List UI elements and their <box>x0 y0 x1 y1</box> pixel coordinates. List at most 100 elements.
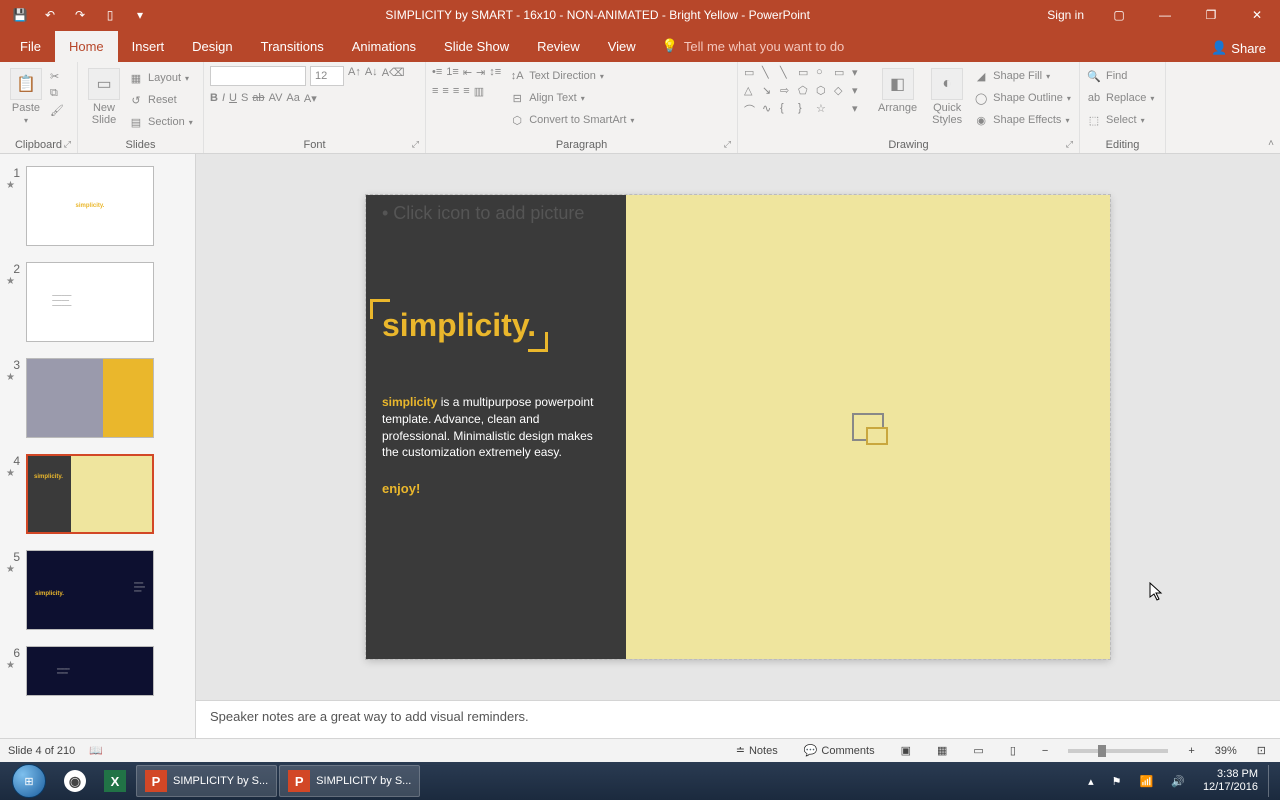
increase-font-icon[interactable]: A↑ <box>348 66 361 86</box>
new-slide-button[interactable]: ▭ New Slide <box>84 66 124 128</box>
numbering-icon[interactable]: 1≡ <box>446 66 459 79</box>
change-case-icon[interactable]: Aa <box>286 92 299 105</box>
find-button[interactable]: 🔍Find <box>1086 66 1127 86</box>
taskbar-powerpoint-1[interactable]: PSIMPLICITY by S... <box>136 765 277 797</box>
taskbar-chrome[interactable]: ◉ <box>56 765 94 797</box>
convert-smartart-button[interactable]: ⬡Convert to SmartArt▾ <box>509 110 634 130</box>
columns-icon[interactable]: ▥ <box>474 85 484 98</box>
arrange-button[interactable]: ◧ Arrange <box>874 66 921 116</box>
close-icon[interactable]: ✕ <box>1234 0 1280 30</box>
tab-transitions[interactable]: Transitions <box>247 31 338 62</box>
bullets-icon[interactable]: •≡ <box>432 66 442 79</box>
font-family-combo[interactable] <box>210 66 306 86</box>
shape-effects-button[interactable]: ◉Shape Effects▾ <box>973 110 1071 130</box>
start-button[interactable]: ⊞ <box>4 765 54 797</box>
font-size-combo[interactable]: 12 <box>310 66 344 86</box>
tab-home[interactable]: Home <box>55 31 118 62</box>
spell-check-icon[interactable]: 📖 <box>89 744 103 757</box>
share-button[interactable]: 👤 Share <box>1197 34 1280 62</box>
strikethrough-icon[interactable]: ab <box>252 92 264 105</box>
replace-button[interactable]: abReplace▾ <box>1086 88 1154 108</box>
zoom-slider[interactable] <box>1068 749 1168 753</box>
qat-more-icon[interactable]: ▾ <box>126 1 154 29</box>
fit-to-window-icon[interactable]: ⊡ <box>1251 742 1272 759</box>
dialog-launcher-icon[interactable]: ⤢ <box>412 139 419 150</box>
tray-network-icon[interactable]: 📶 <box>1132 765 1162 797</box>
quick-styles-button[interactable]: ◐ Quick Styles <box>927 66 967 128</box>
system-clock[interactable]: 3:38 PM 12/17/2016 <box>1195 768 1266 794</box>
save-icon[interactable]: 💾 <box>6 1 34 29</box>
ribbon-display-icon[interactable]: ▢ <box>1096 0 1142 30</box>
tab-view[interactable]: View <box>594 31 650 62</box>
slide-sorter-view-icon[interactable]: ▦ <box>931 742 953 759</box>
slide-right-panel[interactable] <box>626 195 1110 659</box>
decrease-font-icon[interactable]: A↓ <box>365 66 378 86</box>
tab-design[interactable]: Design <box>178 31 246 62</box>
dialog-launcher-icon[interactable]: ⤢ <box>1066 139 1073 150</box>
normal-view-icon[interactable]: ▣ <box>895 742 917 759</box>
show-hidden-icons[interactable]: ▴ <box>1080 765 1102 797</box>
comments-toggle[interactable]: 💬Comments <box>798 742 881 759</box>
notes-toggle[interactable]: ≐Notes <box>730 742 784 759</box>
tell-me-search[interactable]: 💡 Tell me what you want to do <box>650 30 857 62</box>
shapes-gallery[interactable]: ▭╲╲▭○▭▾ △↘⇨⬠⬡◇▾ ⌒∿{}☆▾ <box>744 66 868 118</box>
show-desktop-button[interactable] <box>1268 765 1276 797</box>
zoom-level[interactable]: 39% <box>1215 745 1237 757</box>
slide[interactable]: • Click icon to add picture simplicity. … <box>366 195 1110 659</box>
align-left-icon[interactable]: ≡ <box>432 85 438 98</box>
bold-icon[interactable]: B <box>210 92 218 105</box>
select-button[interactable]: ⬚Select▾ <box>1086 110 1145 130</box>
slide-counter[interactable]: Slide 4 of 210 <box>8 745 75 757</box>
align-right-icon[interactable]: ≡ <box>453 85 459 98</box>
tab-insert[interactable]: Insert <box>118 31 179 62</box>
taskbar-powerpoint-2[interactable]: PSIMPLICITY by S... <box>279 765 420 797</box>
start-from-beginning-icon[interactable]: ▯ <box>96 1 124 29</box>
undo-icon[interactable]: ↶ <box>36 1 64 29</box>
shadow-icon[interactable]: S <box>241 92 248 105</box>
slide-thumbnail-panel[interactable]: 1★ simplicity. 2★ ━━━━━━━━━━━━━━━━━━━━━━… <box>0 154 196 738</box>
collapse-ribbon-icon[interactable]: ˄ <box>1268 138 1274 149</box>
tray-volume-icon[interactable]: 🔊 <box>1163 765 1193 797</box>
align-center-icon[interactable]: ≡ <box>442 85 448 98</box>
format-painter-icon[interactable]: 🖌 <box>50 104 64 117</box>
slide-canvas[interactable]: • Click icon to add picture simplicity. … <box>196 154 1280 700</box>
clear-formatting-icon[interactable]: A⌫ <box>382 66 405 86</box>
increase-indent-icon[interactable]: ⇥ <box>476 66 485 79</box>
section-button[interactable]: ▤Section▾ <box>128 112 193 132</box>
text-direction-button[interactable]: ↕AText Direction▾ <box>509 66 634 86</box>
tab-review[interactable]: Review <box>523 31 594 62</box>
maximize-icon[interactable]: ❐ <box>1188 0 1234 30</box>
dialog-launcher-icon[interactable]: ⤢ <box>64 139 71 150</box>
tab-slideshow[interactable]: Slide Show <box>430 31 523 62</box>
zoom-slider-knob[interactable] <box>1098 745 1106 757</box>
copy-icon[interactable]: ⧉ <box>50 87 64 100</box>
thumbnail-3[interactable]: 3★ <box>0 354 195 450</box>
reading-view-icon[interactable]: ▭ <box>967 742 989 759</box>
underline-icon[interactable]: U <box>229 92 237 105</box>
line-spacing-icon[interactable]: ↕≡ <box>489 66 501 79</box>
justify-icon[interactable]: ≡ <box>463 85 469 98</box>
char-spacing-icon[interactable]: AV <box>269 92 283 105</box>
notes-pane[interactable]: Speaker notes are a great way to add vis… <box>196 700 1280 738</box>
paste-button[interactable]: 📋 Paste ▾ <box>6 66 46 127</box>
decrease-indent-icon[interactable]: ⇤ <box>463 66 472 79</box>
shape-outline-button[interactable]: ◯Shape Outline▾ <box>973 88 1071 108</box>
font-color-icon[interactable]: A▾ <box>304 92 317 105</box>
zoom-in-icon[interactable]: + <box>1182 743 1200 759</box>
align-text-button[interactable]: ⊟Align Text▾ <box>509 88 634 108</box>
tray-flag-icon[interactable]: ⚑ <box>1104 765 1130 797</box>
slideshow-view-icon[interactable]: ▯ <box>1004 742 1022 759</box>
zoom-out-icon[interactable]: − <box>1036 743 1054 759</box>
picture-placeholder-icon[interactable] <box>852 413 884 441</box>
minimize-icon[interactable]: — <box>1142 0 1188 30</box>
thumbnail-1[interactable]: 1★ simplicity. <box>0 162 195 258</box>
tab-animations[interactable]: Animations <box>338 31 430 62</box>
cut-icon[interactable]: ✂ <box>50 70 64 83</box>
italic-icon[interactable]: I <box>222 92 225 105</box>
thumbnail-2[interactable]: 2★ ━━━━━━━━━━━━━━━━━━━━━━━ <box>0 258 195 354</box>
thumbnail-4[interactable]: 4★ simplicity. <box>0 450 195 546</box>
reset-button[interactable]: ↺Reset <box>128 90 193 110</box>
shape-fill-button[interactable]: ◢Shape Fill▾ <box>973 66 1071 86</box>
redo-icon[interactable]: ↷ <box>66 1 94 29</box>
sign-in-link[interactable]: Sign in <box>1035 8 1096 22</box>
